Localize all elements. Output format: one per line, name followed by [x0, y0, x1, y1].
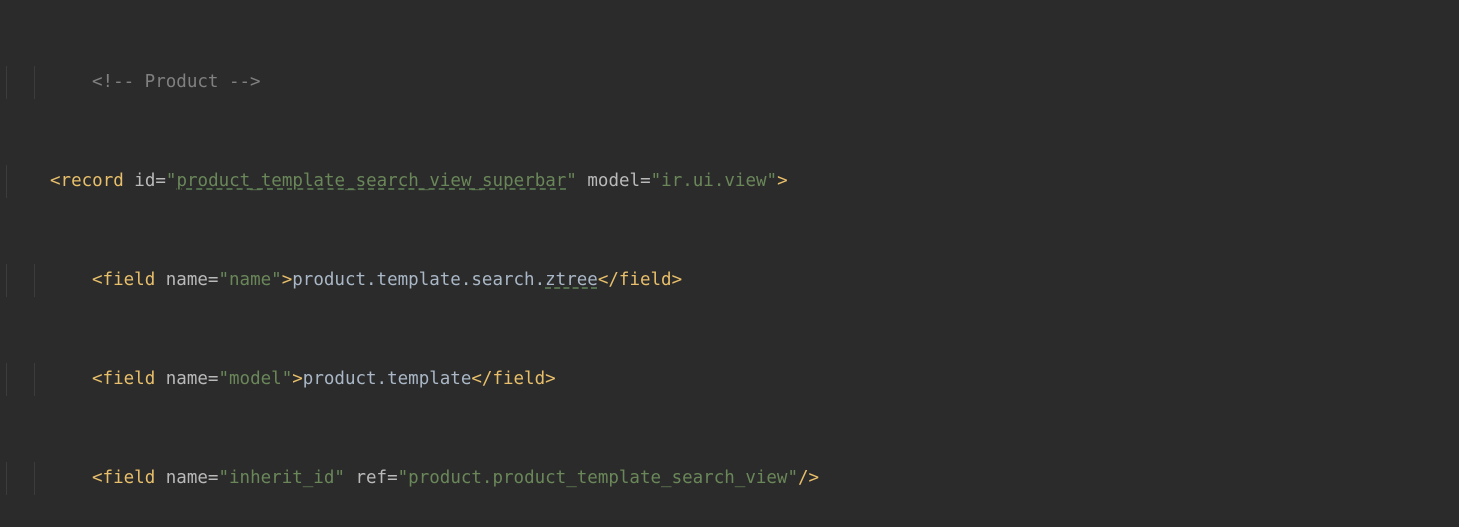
- code-editor[interactable]: <!-- Product --> <record id="product_tem…: [0, 0, 1459, 527]
- xml-tag: record: [61, 171, 124, 191]
- attr-value: ir.ui.view: [661, 171, 766, 191]
- code-line[interactable]: <field name="model">product.template</fi…: [0, 363, 1459, 396]
- xml-attr: model: [577, 171, 640, 191]
- attr-value: product_template_search_view_superbar: [176, 171, 566, 191]
- code-line[interactable]: <field name="name">product.template.sear…: [0, 264, 1459, 297]
- text-content: ztree: [545, 270, 598, 290]
- xml-comment: <!-- Product -->: [92, 72, 261, 92]
- attr-value: product.product_template_search_view: [408, 468, 787, 488]
- code-line[interactable]: <record id="product_template_search_view…: [0, 165, 1459, 198]
- xml-tag: field: [103, 468, 156, 488]
- xml-attr: id: [124, 171, 156, 191]
- code-line[interactable]: <field name="inherit_id" ref="product.pr…: [0, 462, 1459, 495]
- angle-bracket: <: [50, 171, 61, 191]
- text-content: product.template: [303, 369, 472, 389]
- code-line[interactable]: <!-- Product -->: [0, 66, 1459, 99]
- attr-value: inherit_id: [229, 468, 334, 488]
- attr-value: name: [229, 270, 271, 290]
- xml-tag: field: [103, 270, 156, 290]
- attr-value: model: [229, 369, 282, 389]
- xml-tag: field: [103, 369, 156, 389]
- text-content: product.template.search.: [292, 270, 545, 290]
